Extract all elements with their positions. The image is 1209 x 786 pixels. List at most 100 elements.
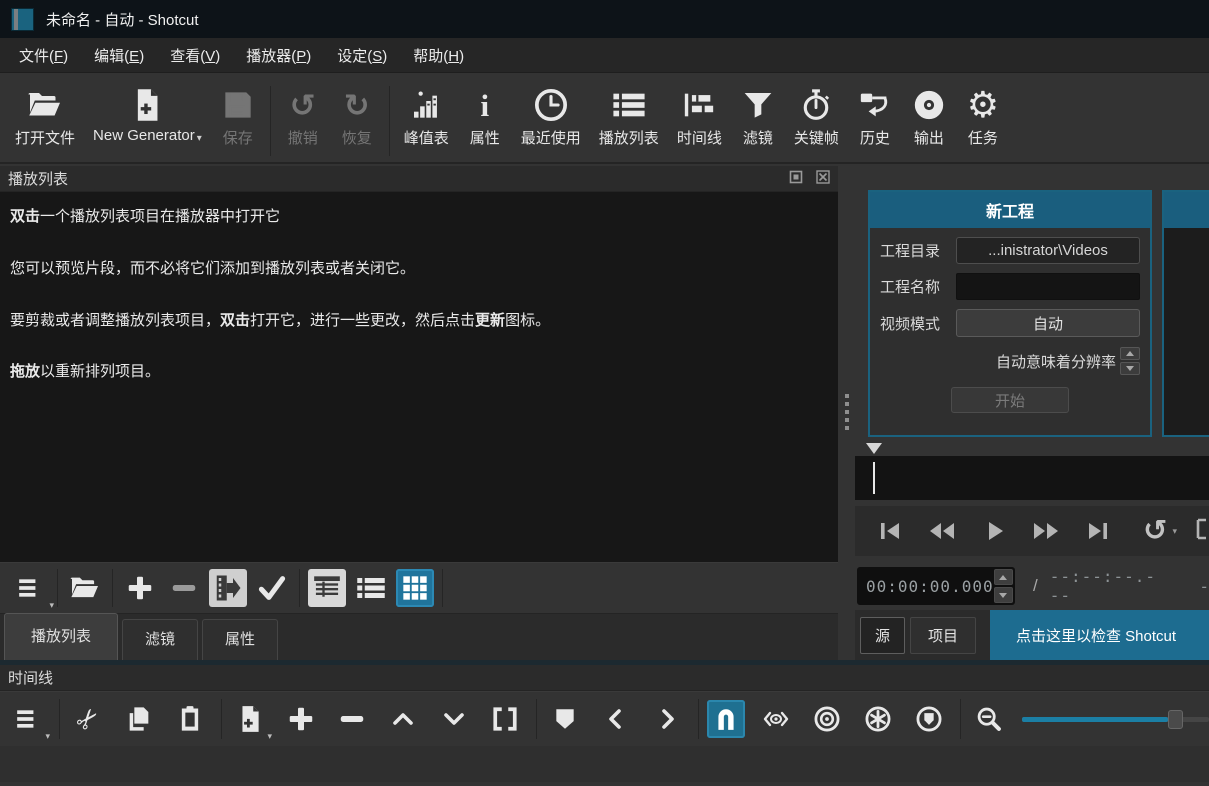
project-folder-button[interactable]: ...inistrator\Videos — [956, 237, 1140, 264]
spin-down-icon[interactable] — [994, 587, 1013, 603]
timecode-separator: / — [1033, 576, 1038, 596]
seek-bar[interactable] — [855, 456, 1209, 500]
fast-forward-button[interactable] — [1025, 511, 1066, 551]
previous-marker-button[interactable] — [596, 699, 636, 739]
move-track-down-button[interactable] — [434, 699, 474, 739]
dock-splitter[interactable] — [838, 166, 855, 660]
split-button[interactable] — [485, 699, 525, 739]
filters-toggle-button[interactable]: 滤镜 — [731, 84, 785, 148]
playlist-remove-button[interactable] — [162, 568, 206, 608]
rewind-button[interactable] — [921, 511, 962, 551]
playlist-panel-title: 播放列表 — [8, 168, 68, 189]
menu-edit[interactable]: 编辑(E) — [81, 39, 157, 72]
ripple-markers-icon — [915, 705, 943, 733]
next-marker-button[interactable] — [647, 699, 687, 739]
menu-player[interactable]: 播放器(P) — [233, 39, 324, 72]
dropdown-caret-icon: ▾ — [45, 732, 50, 741]
skip-to-start-button[interactable] — [869, 511, 910, 551]
position-spinbox[interactable]: 00:00:00.000 — [857, 567, 1015, 605]
loop-button[interactable]: ↺ ▾ — [1143, 517, 1177, 546]
ripple-markers-button[interactable] — [909, 699, 949, 739]
view-icons-button[interactable] — [393, 568, 437, 608]
open-file-button[interactable]: 打开文件 — [6, 84, 84, 148]
tab-project[interactable]: 项目 — [910, 617, 976, 654]
jobs-button[interactable]: ⚙ 任务 — [956, 84, 1010, 148]
timeline-toggle-button[interactable]: 时间线 — [668, 84, 731, 148]
menu-view[interactable]: 查看(V) — [157, 39, 233, 72]
view-details-button[interactable] — [305, 568, 349, 608]
resolution-spinner[interactable] — [1120, 347, 1140, 375]
tab-source[interactable]: 源 — [860, 617, 905, 654]
playlist-hints: 双击一个播放列表项目在播放器中打开它 您可以预览片段，而不必将它们添加到播放列表… — [0, 192, 838, 562]
in-point-button-partial[interactable] — [1195, 517, 1209, 546]
timeline-menu-button[interactable]: ▾ — [8, 699, 48, 739]
timeline-remove-button[interactable] — [332, 699, 372, 739]
menu-file[interactable]: 文件(F) — [6, 39, 81, 72]
check-icon — [257, 573, 287, 603]
redo-button[interactable]: ↻ 恢复 — [330, 84, 384, 148]
playlist-update-confirm-button[interactable] — [250, 568, 294, 608]
close-panel-button[interactable] — [816, 170, 830, 188]
new-generator-button[interactable]: New Generator▾ — [84, 84, 211, 144]
spin-up-icon[interactable] — [1120, 347, 1140, 360]
save-button[interactable]: 保存 — [211, 84, 265, 148]
playlist-update-button[interactable] — [206, 568, 250, 608]
skip-to-end-button[interactable] — [1077, 511, 1118, 551]
marker-button[interactable] — [545, 699, 585, 739]
zoom-out-button[interactable] — [969, 699, 1009, 739]
recent-button[interactable]: 最近使用 — [512, 84, 590, 148]
paste-button[interactable] — [170, 699, 210, 739]
rewind-icon — [928, 520, 956, 542]
float-panel-button[interactable] — [789, 170, 803, 188]
plus-icon — [125, 573, 155, 603]
fast-forward-icon — [1032, 520, 1060, 542]
position-value[interactable]: 00:00:00.000 — [857, 577, 994, 596]
tab-filters[interactable]: 滤镜 — [122, 619, 198, 660]
play-button[interactable] — [973, 511, 1014, 551]
playhead-icon[interactable] — [866, 443, 882, 454]
timeline-tracks-area[interactable] — [0, 746, 1209, 782]
update-notification-button[interactable]: 点击这里以检查 Shotcut — [990, 610, 1209, 660]
loop-icon: ↺ — [1143, 517, 1167, 546]
zoom-slider-track[interactable] — [1022, 717, 1209, 722]
history-toggle-button[interactable]: 历史 — [848, 84, 902, 148]
playlist-hint-1: 双击一个播放列表项目在播放器中打开它 — [10, 206, 828, 228]
video-mode-button[interactable]: 自动 — [956, 309, 1140, 337]
undo-button[interactable]: ↺ 撤销 — [276, 84, 330, 148]
shotcut-window: 未命名 - 自动 - Shotcut 文件(F) 编辑(E) 查看(V) 播放器… — [0, 0, 1209, 786]
toolbar-separator — [221, 699, 222, 739]
playlist-open-button[interactable] — [63, 568, 107, 608]
snap-toggle-button[interactable] — [707, 700, 745, 738]
export-button[interactable]: 输出 — [902, 84, 956, 148]
position-spinner[interactable] — [994, 569, 1013, 603]
transport-controls: ↺ ▾ — [855, 506, 1209, 556]
project-name-input[interactable] — [956, 273, 1140, 300]
zoom-out-icon — [975, 705, 1003, 733]
spin-down-icon[interactable] — [1120, 362, 1140, 375]
ripple-all-tracks-button[interactable] — [858, 699, 898, 739]
peak-meter-button[interactable]: 峰值表 — [395, 84, 458, 148]
timeline-add-button[interactable] — [281, 699, 321, 739]
playlist-menu-button[interactable]: ▾ — [8, 568, 52, 608]
toolbar-separator — [536, 699, 537, 739]
properties-button[interactable]: i 属性 — [458, 84, 512, 148]
scrub-while-dragging-button[interactable] — [756, 699, 796, 739]
playlist-toggle-button[interactable]: 播放列表 — [590, 84, 668, 148]
left-dock-tabs: 播放列表 滤镜 属性 — [0, 613, 838, 660]
view-tiles-button[interactable] — [349, 568, 393, 608]
spin-up-icon[interactable] — [994, 569, 1013, 585]
append-button[interactable]: ▾ — [230, 699, 270, 739]
playlist-add-button[interactable] — [118, 568, 162, 608]
move-track-up-button[interactable] — [383, 699, 423, 739]
keyframes-toggle-button[interactable]: 关键帧 — [785, 84, 848, 148]
copy-button[interactable] — [119, 699, 159, 739]
ripple-button[interactable] — [807, 699, 847, 739]
timeline-zoom-slider[interactable] — [1022, 717, 1209, 722]
menu-settings[interactable]: 设定(S) — [324, 39, 400, 72]
menu-help[interactable]: 帮助(H) — [400, 39, 477, 72]
tab-playlist[interactable]: 播放列表 — [4, 613, 118, 660]
zoom-slider-handle[interactable] — [1168, 710, 1183, 729]
tab-properties[interactable]: 属性 — [202, 619, 278, 660]
cut-button[interactable]: ✂ — [68, 699, 108, 739]
start-button[interactable]: 开始 — [951, 387, 1069, 413]
